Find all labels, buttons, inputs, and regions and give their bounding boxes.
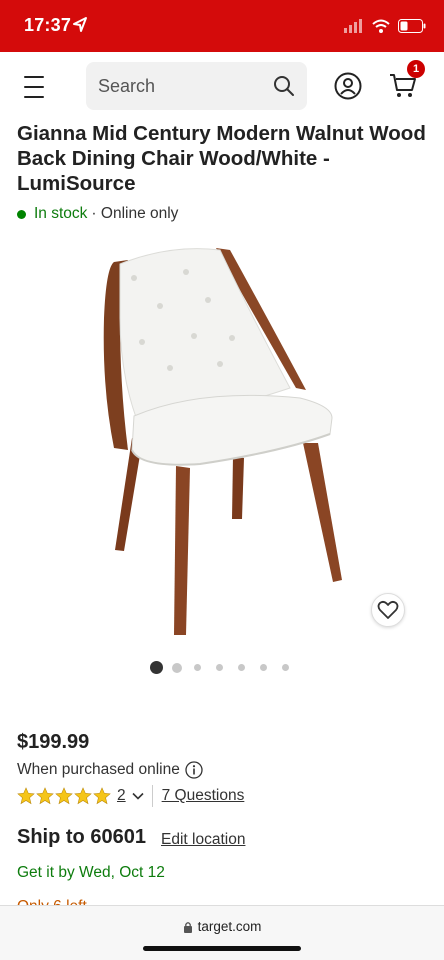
search-bar[interactable] (86, 62, 307, 110)
favorite-button[interactable] (371, 593, 405, 627)
star-icon (55, 787, 73, 805)
rating-row: 2 7 Questions (17, 785, 244, 807)
home-indicator[interactable] (143, 946, 301, 951)
status-time: 17:37 (24, 15, 72, 35)
stock-status: In stock · Online only (17, 205, 178, 223)
carousel-dot[interactable] (282, 664, 289, 671)
cellular-signal-icon (344, 19, 362, 33)
account-icon[interactable] (334, 72, 362, 100)
browser-url-bar[interactable]: target.com (0, 905, 444, 960)
availability-note: · Online only (91, 205, 179, 222)
search-icon[interactable] (273, 75, 295, 97)
star-rating[interactable] (17, 787, 111, 805)
cart-count-badge[interactable]: 1 (407, 60, 425, 78)
battery-icon (398, 19, 426, 33)
questions-link[interactable]: 7 Questions (162, 787, 245, 805)
url-display[interactable]: target.com (0, 919, 444, 934)
divider (151, 785, 153, 807)
stock-status-text: In stock (34, 205, 88, 222)
carousel-dot[interactable] (172, 662, 182, 673)
chair-seat (131, 394, 333, 466)
chair-leg (174, 466, 190, 635)
ship-to-heading: Ship to 60601 (17, 826, 146, 848)
purchase-note-text: When purchased online (17, 761, 180, 778)
chair-leg (303, 443, 342, 582)
product-title: Gianna Mid Century Modern Walnut Wood Ba… (17, 122, 426, 195)
hamburger-icon (24, 76, 44, 78)
purchase-note: When purchased online (17, 761, 203, 779)
carousel-dot[interactable] (216, 664, 223, 671)
image-carousel-dots[interactable] (150, 661, 304, 674)
search-input[interactable] (98, 62, 268, 110)
menu-button[interactable] (24, 76, 58, 98)
chair-leg (232, 456, 244, 519)
lock-icon (183, 921, 192, 933)
product-price: $199.99 (17, 731, 90, 753)
star-icon (93, 787, 111, 805)
url-text: target.com (197, 919, 262, 934)
carousel-dot[interactable] (238, 664, 245, 671)
info-icon[interactable] (185, 761, 203, 779)
star-icon (17, 787, 35, 805)
chevron-down-icon[interactable] (132, 790, 144, 802)
star-icon (74, 787, 92, 805)
status-bar: 17:37 (0, 0, 444, 52)
product-image[interactable] (80, 238, 360, 643)
location-arrow-icon (73, 17, 87, 32)
review-count-link[interactable]: 2 (117, 787, 126, 805)
status-icons (344, 16, 426, 36)
star-icon (36, 787, 54, 805)
heart-icon (377, 600, 399, 619)
carousel-dot[interactable] (194, 664, 201, 671)
edit-location-link[interactable]: Edit location (161, 831, 245, 849)
site-header: 1 (0, 52, 444, 122)
delivery-estimate: Get it by Wed, Oct 12 (17, 864, 165, 881)
carousel-dot[interactable] (150, 661, 163, 674)
carousel-dot[interactable] (260, 664, 267, 671)
wifi-icon (372, 19, 390, 33)
stock-dot-icon (17, 209, 26, 219)
